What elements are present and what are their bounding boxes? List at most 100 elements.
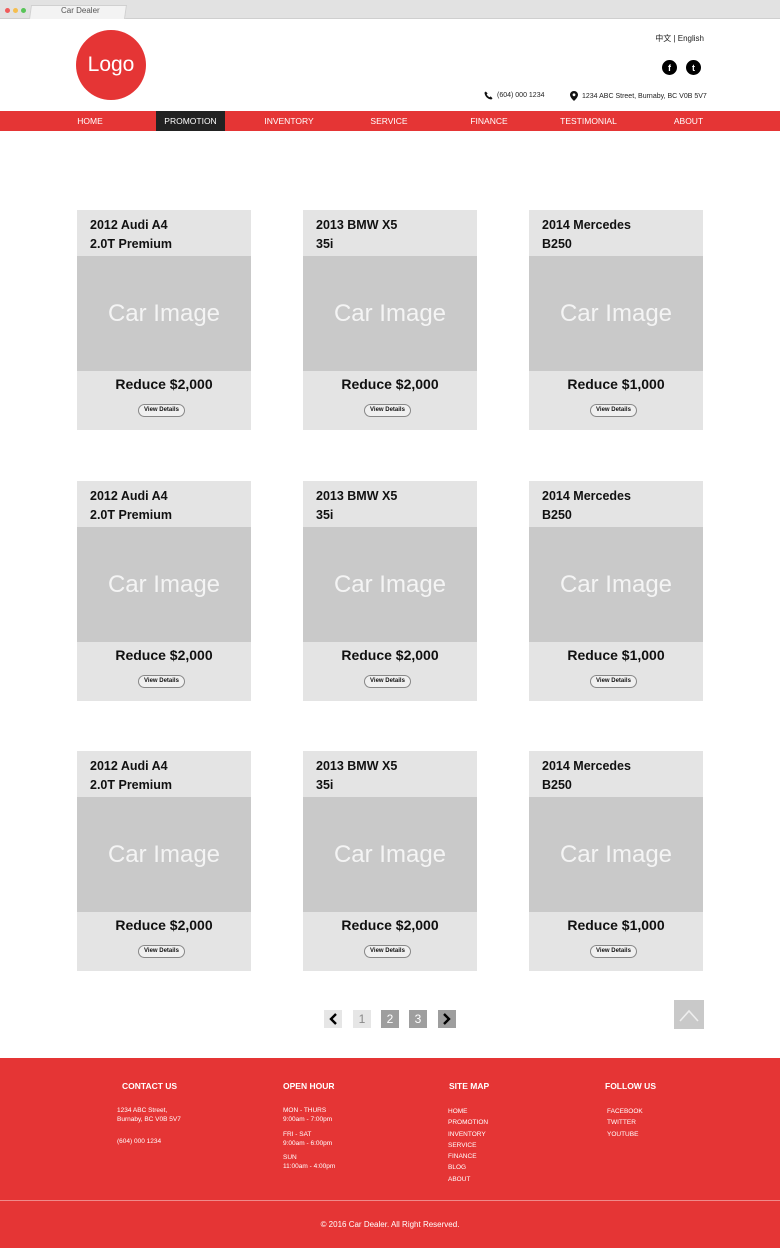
- copyright: © 2016 Car Dealer. All Right Reserved.: [320, 1220, 460, 1229]
- car-card: 2012 Audi A4 2.0T Premium Car Image Reduc…: [77, 751, 251, 971]
- car-image[interactable]: Car Image: [303, 256, 477, 371]
- view-details-button[interactable]: View Details: [590, 404, 637, 417]
- logo-text: Logo: [87, 53, 135, 76]
- view-details-button[interactable]: View Details: [590, 945, 637, 958]
- car-title: 2012 Audi A4 2.0T Premium: [90, 218, 172, 251]
- chevron-left-icon: [329, 1013, 337, 1025]
- nav-item-inventory[interactable]: INVENTORY: [256, 111, 322, 131]
- car-card: 2013 BMW X5 35i Car Image Reduce $2,000 V…: [303, 751, 477, 971]
- car-price: Reduce $2,000: [341, 647, 439, 663]
- car-card: 2013 BMW X5 35i Car Image Reduce $2,000 V…: [303, 481, 477, 701]
- car-image[interactable]: Car Image: [77, 256, 251, 371]
- car-price: Reduce $1,000: [567, 917, 665, 933]
- car-image[interactable]: Car Image: [303, 527, 477, 642]
- view-details-button[interactable]: View Details: [364, 675, 411, 688]
- chevron-up-icon: [679, 1009, 699, 1022]
- main-nav: HOME PROMOTION INVENTORY SERVICE FINANCE…: [0, 111, 780, 131]
- footer-sitemap-heading: SITE MAP: [449, 1081, 490, 1091]
- footer-link-twitter[interactable]: TWITTER: [607, 1117, 643, 1128]
- logo[interactable]: Logo: [76, 30, 146, 100]
- car-price: Reduce $2,000: [115, 917, 213, 933]
- car-card: 2012 Audi A4 2.0T Premium Car Image Reduc…: [77, 481, 251, 701]
- header-phone-text: (604) 000 1234: [497, 92, 545, 99]
- hours-block: MON - THURS 9:00am - 7:00pm: [283, 1107, 333, 1123]
- car-card: 2012 Audi A4 2.0T Premium Car Image Reduc…: [77, 210, 251, 430]
- view-details-button[interactable]: View Details: [364, 404, 411, 417]
- footer-link-home[interactable]: HOME: [448, 1106, 488, 1117]
- car-image[interactable]: Car Image: [303, 797, 477, 912]
- car-card: 2014 Mercedes B250 Car Image Reduce $1,00…: [529, 210, 703, 430]
- header-address-text: 1234 ABC Street, Burnaby, BC V0B 5V7: [582, 92, 707, 100]
- hours-block: FRI - SAT 9:00am - 6:00pm: [283, 1131, 333, 1147]
- car-title: 2012 Audi A4 2.0T Premium: [90, 759, 172, 792]
- header-phone: (604) 000 1234: [484, 91, 544, 100]
- page-3-button[interactable]: 3: [409, 1010, 427, 1028]
- car-title: 2014 Mercedes B250: [542, 218, 631, 251]
- minimize-window-icon[interactable]: [13, 8, 18, 13]
- car-title: 2014 Mercedes B250: [542, 759, 631, 792]
- car-image[interactable]: Car Image: [77, 527, 251, 642]
- twitter-icon[interactable]: t: [686, 60, 701, 75]
- car-title: 2012 Audi A4 2.0T Premium: [90, 489, 172, 522]
- footer-link-facebook[interactable]: FACEBOOK: [607, 1106, 643, 1117]
- car-title: 2014 Mercedes B250: [542, 489, 631, 522]
- car-image[interactable]: Car Image: [529, 797, 703, 912]
- language-switcher[interactable]: 中文 | English: [655, 33, 704, 44]
- car-image[interactable]: Car Image: [529, 527, 703, 642]
- prev-page-button[interactable]: [324, 1010, 342, 1028]
- car-image[interactable]: Car Image: [77, 797, 251, 912]
- footer-contact-heading: CONTACT US: [122, 1081, 178, 1091]
- view-details-button[interactable]: View Details: [138, 404, 185, 417]
- car-image[interactable]: Car Image: [529, 256, 703, 371]
- next-page-button[interactable]: [438, 1010, 456, 1028]
- page-1-button[interactable]: 1: [353, 1010, 371, 1028]
- back-to-top-button[interactable]: [674, 1000, 704, 1029]
- footer-link-about[interactable]: ABOUT: [448, 1174, 488, 1185]
- car-price: Reduce $1,000: [567, 376, 665, 392]
- nav-item-finance[interactable]: FINANCE: [461, 111, 517, 131]
- footer-phone: (604) 000 1234: [117, 1138, 162, 1145]
- header-address: 1234 ABC Street, Burnaby, BC V0B 5V7: [570, 91, 707, 101]
- car-card: 2014 Mercedes B250 Car Image Reduce $1,00…: [529, 481, 703, 701]
- browser-tab-title: Car Dealer: [61, 6, 100, 15]
- nav-item-service[interactable]: SERVICE: [362, 111, 416, 131]
- car-card: 2013 BMW X5 35i Car Image Reduce $2,000 V…: [303, 210, 477, 430]
- nav-item-testimonial[interactable]: TESTIMONIAL: [556, 111, 621, 131]
- footer-link-youtube[interactable]: YOUTUBE: [607, 1129, 643, 1140]
- view-details-button[interactable]: View Details: [138, 675, 185, 688]
- close-window-icon[interactable]: [5, 8, 10, 13]
- car-title: 2013 BMW X5 35i: [316, 218, 398, 251]
- footer-sitemap-links: HOME PROMOTION INVENTORY SERVICE FINANCE…: [448, 1106, 488, 1185]
- car-price: Reduce $1,000: [567, 647, 665, 663]
- car-price: Reduce $2,000: [115, 376, 213, 392]
- browser-chrome: Car Dealer: [0, 0, 780, 19]
- footer-link-service[interactable]: SERVICE: [448, 1140, 488, 1151]
- view-details-button[interactable]: View Details: [590, 675, 637, 688]
- location-pin-icon: [570, 91, 578, 101]
- chevron-right-icon: [443, 1013, 451, 1025]
- footer-address: 1234 ABC Street, Burnaby, BC V0B 5V7: [117, 1107, 181, 1123]
- hours-block: SUN 11:00am - 4:00pm: [283, 1154, 336, 1170]
- footer-link-promotion[interactable]: PROMOTION: [448, 1117, 488, 1128]
- page-2-button[interactable]: 2: [381, 1010, 399, 1028]
- footer-hours-heading: OPEN HOUR: [283, 1081, 335, 1091]
- nav-item-about[interactable]: ABOUT: [667, 111, 710, 131]
- footer-link-blog[interactable]: BLOG: [448, 1162, 488, 1173]
- facebook-icon[interactable]: f: [662, 60, 677, 75]
- footer-follow-links: FACEBOOK TWITTER YOUTUBE: [607, 1106, 643, 1140]
- car-price: Reduce $2,000: [115, 647, 213, 663]
- view-details-button[interactable]: View Details: [364, 945, 411, 958]
- view-details-button[interactable]: View Details: [138, 945, 185, 958]
- car-card: 2014 Mercedes B250 Car Image Reduce $1,00…: [529, 751, 703, 971]
- nav-item-promotion[interactable]: PROMOTION: [156, 111, 225, 131]
- footer-link-inventory[interactable]: INVENTORY: [448, 1129, 488, 1140]
- car-price: Reduce $2,000: [341, 917, 439, 933]
- footer-divider: [0, 1200, 780, 1201]
- maximize-window-icon[interactable]: [21, 8, 26, 13]
- footer-follow-heading: FOLLOW US: [605, 1081, 656, 1091]
- footer: CONTACT US 1234 ABC Street, Burnaby, BC V…: [0, 1058, 780, 1248]
- car-title: 2013 BMW X5 35i: [316, 489, 398, 522]
- footer-link-finance[interactable]: FINANCE: [448, 1151, 488, 1162]
- car-title: 2013 BMW X5 35i: [316, 759, 398, 792]
- nav-item-home[interactable]: HOME: [66, 111, 114, 131]
